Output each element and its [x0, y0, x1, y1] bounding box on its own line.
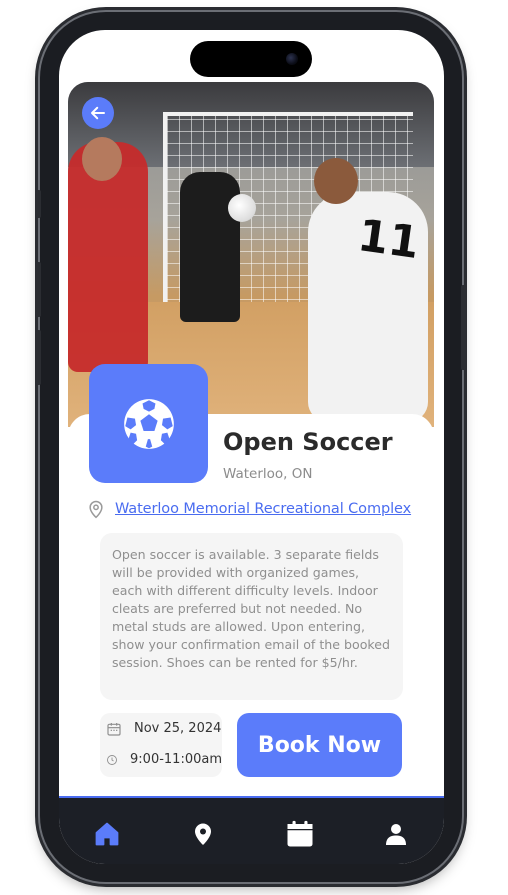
nav-calendar[interactable]	[278, 818, 322, 850]
side-button-volume-up	[36, 262, 41, 317]
location-icon	[195, 823, 212, 845]
date-time-box: Nov 25, 2024 9:00-11:00am	[100, 713, 222, 777]
event-description: Open soccer is available. 3 separate fie…	[100, 533, 403, 700]
clock-icon	[107, 754, 117, 765]
profile-icon	[385, 824, 406, 845]
sport-tile	[89, 364, 208, 483]
calendar-icon	[287, 820, 313, 847]
home-icon	[95, 822, 119, 846]
event-time: 9:00-11:00am	[130, 752, 222, 767]
jersey-number: 11	[354, 209, 423, 270]
dynamic-island	[190, 41, 312, 77]
front-camera	[286, 53, 298, 65]
date-row: Nov 25, 2024	[106, 713, 222, 744]
event-date: Nov 25, 2024	[134, 721, 222, 736]
red-player-head	[82, 137, 122, 181]
venue-row[interactable]: Waterloo Memorial Recreational Complex	[86, 498, 411, 520]
arrow-left-icon	[91, 106, 105, 120]
book-now-button[interactable]: Book Now	[237, 713, 402, 777]
goalkeeper-figure	[180, 172, 240, 322]
event-title: Open Soccer	[223, 428, 393, 456]
map-pin-icon	[89, 500, 103, 519]
nav-location[interactable]	[181, 818, 225, 850]
time-row: 9:00-11:00am	[106, 744, 222, 775]
white-player-head	[314, 158, 358, 204]
soccer-ball-icon	[123, 398, 174, 449]
venue-link[interactable]: Waterloo Memorial Recreational Complex	[115, 501, 411, 517]
back-button[interactable]	[82, 97, 114, 129]
ball-in-photo	[228, 194, 256, 222]
calendar-icon	[107, 722, 121, 736]
event-city: Waterloo, ON	[223, 466, 313, 482]
nav-profile[interactable]	[374, 818, 418, 850]
side-button-silent	[36, 190, 41, 218]
nav-home[interactable]	[85, 818, 129, 850]
bottom-nav	[59, 796, 444, 864]
side-button-volume-down	[36, 330, 41, 385]
side-button-power	[461, 285, 466, 370]
